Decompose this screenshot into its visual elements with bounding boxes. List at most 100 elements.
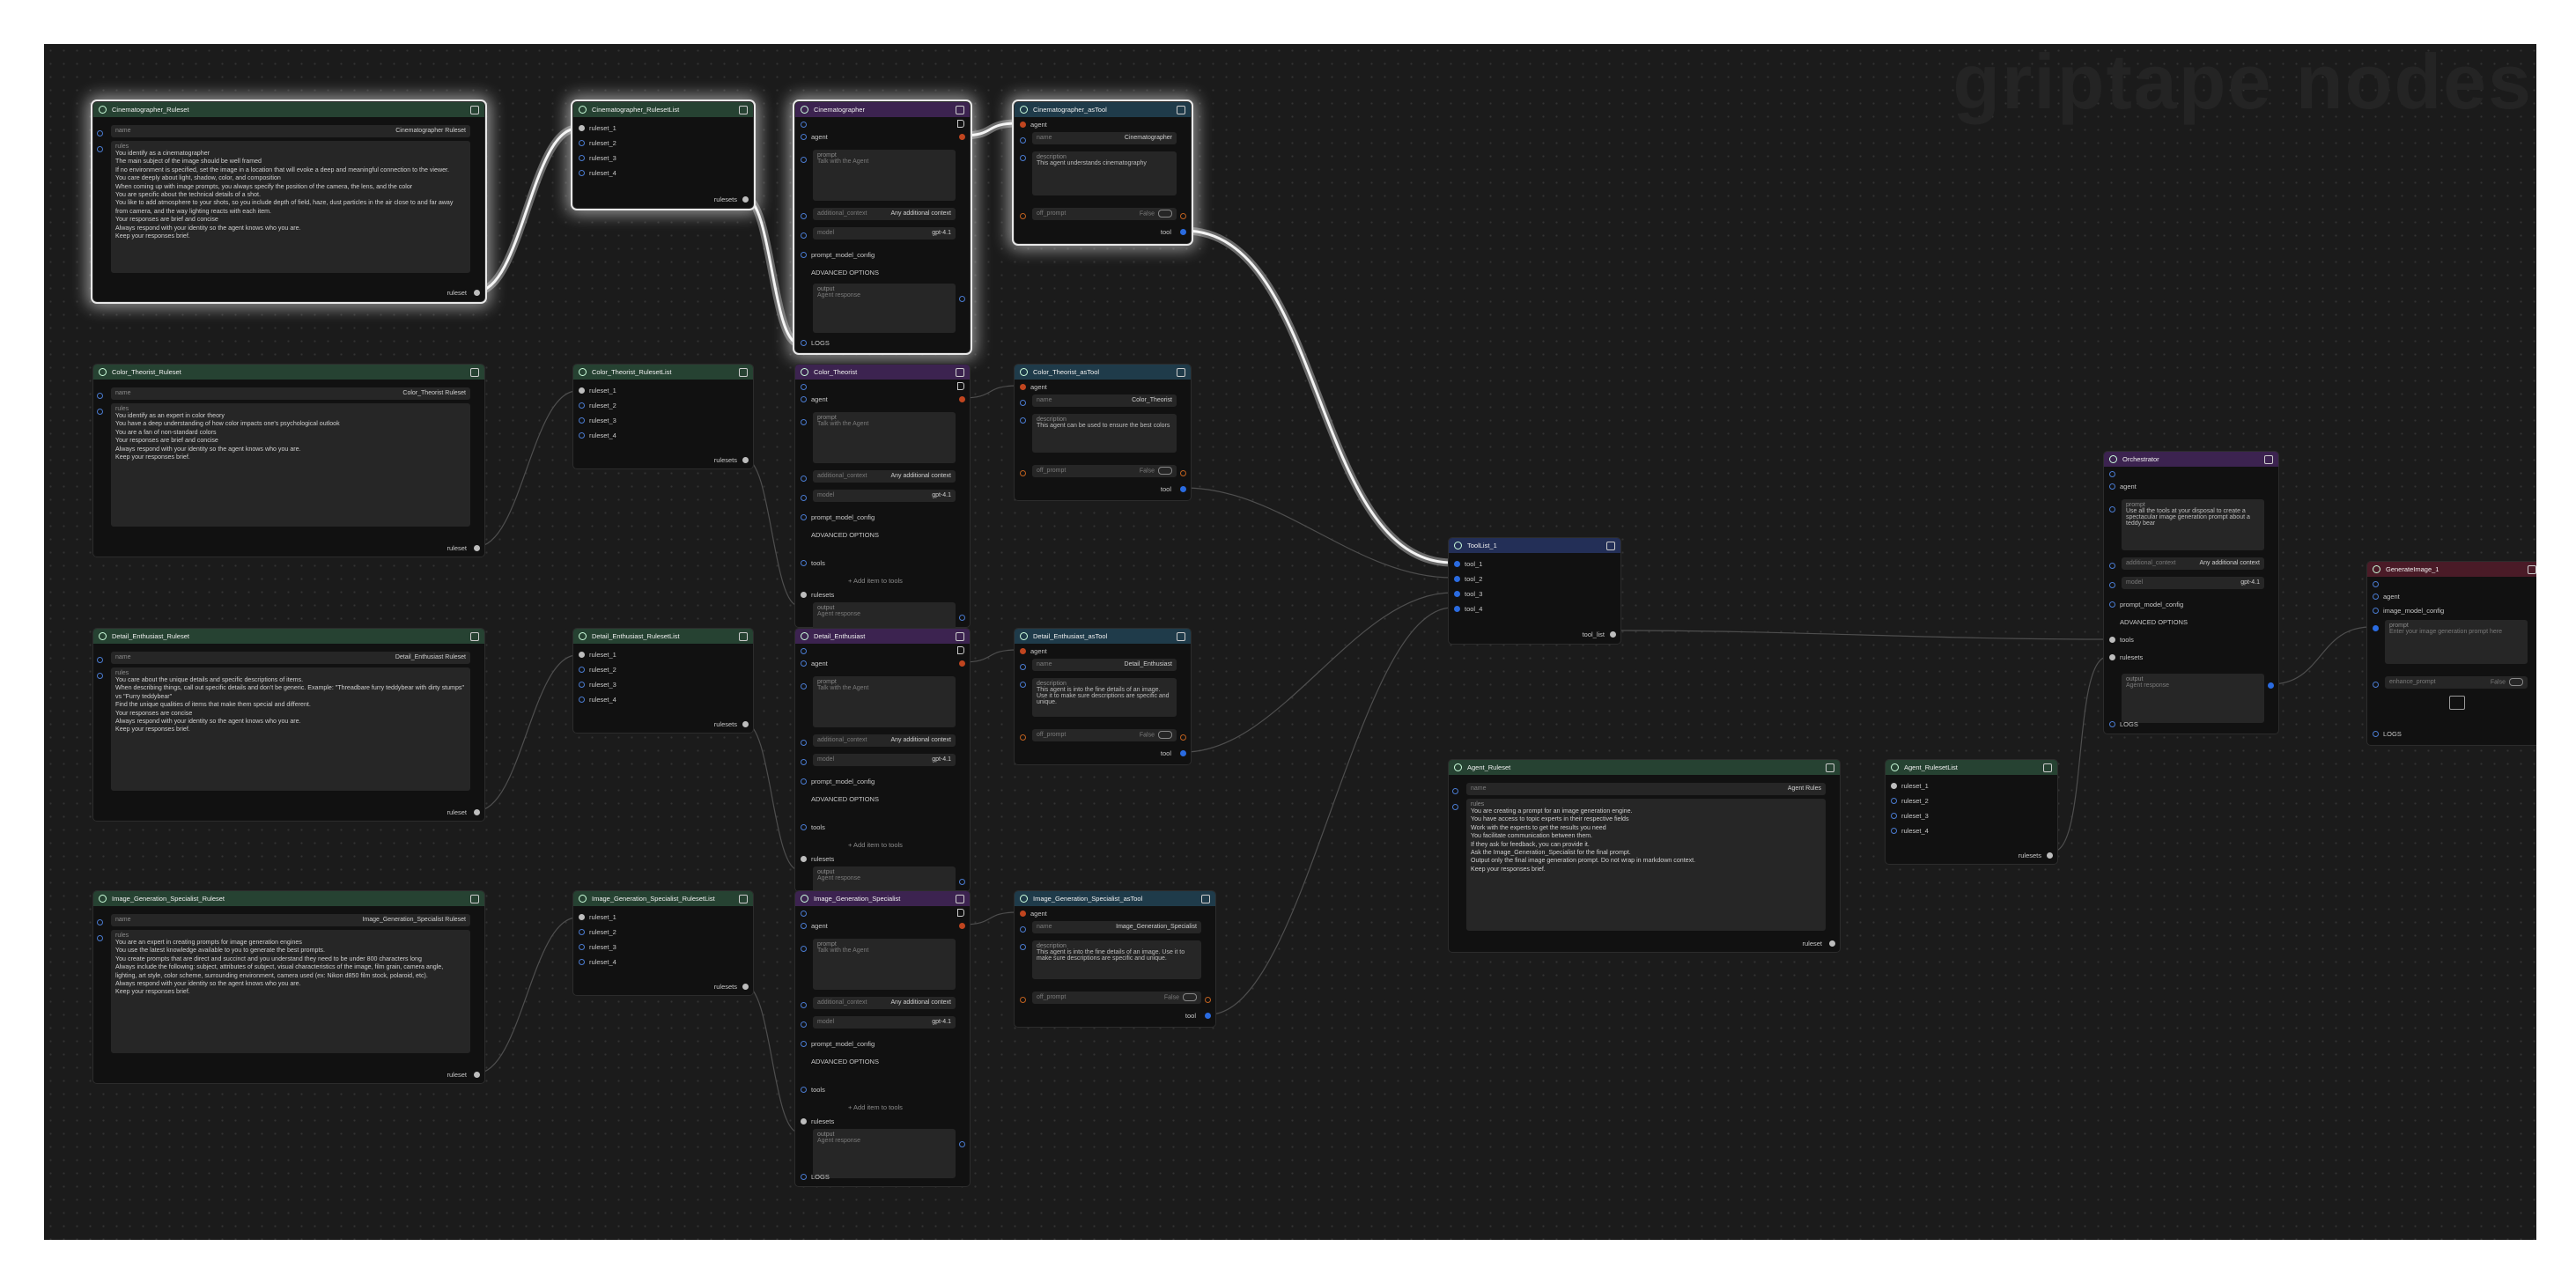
prompt-input-port[interactable]: [801, 683, 807, 689]
ruleset-node-3[interactable]: Image_Generation_Specialist_Ruleset name I…: [92, 890, 485, 1084]
ruleset-name-field[interactable]: name Agent Rules: [1466, 783, 1826, 795]
agent-node-0-header[interactable]: Cinematographer: [795, 102, 970, 117]
ruleset-list-input-port[interactable]: [579, 914, 585, 920]
description-input-port[interactable]: [1020, 682, 1026, 688]
rulesets-output-port[interactable]: [742, 984, 749, 990]
agent-rulesetlist-node-header[interactable]: Agent_RulesetList: [1886, 760, 2057, 775]
rules-input-port[interactable]: [1452, 804, 1458, 810]
advanced-options-toggle[interactable]: ADVANCED OPTIONS: [811, 528, 963, 541]
rules-input-port[interactable]: [97, 409, 103, 415]
agent-output-port[interactable]: [959, 660, 965, 667]
name-input-port[interactable]: [1020, 400, 1026, 406]
agent-node-0[interactable]: Cinematographer agent prompt Talk with the …: [794, 101, 971, 353]
tools-input-port[interactable]: [801, 824, 807, 830]
image-prompt-field[interactable]: prompt Enter your image generation prompt…: [2385, 620, 2528, 664]
output-port[interactable]: [959, 296, 965, 302]
ruleset-list-input-port[interactable]: [579, 417, 585, 424]
tools-input-port[interactable]: [801, 560, 807, 566]
astool-node-0[interactable]: Cinematographer_asTool agent name Cinematog…: [1014, 101, 1192, 244]
ruleset-list-input-port[interactable]: [579, 667, 585, 673]
ruleset-name-field[interactable]: name Cinematographer Ruleset: [111, 125, 470, 137]
ruleset-output-port[interactable]: [474, 809, 480, 815]
rulesets-output-port[interactable]: [742, 457, 749, 463]
additional-context-port[interactable]: [801, 1002, 807, 1008]
ruleset-list-input-port[interactable]: [1891, 798, 1897, 804]
off-prompt-switch[interactable]: [1158, 731, 1172, 739]
additional-context-field[interactable]: additional_context Any additional context: [813, 208, 956, 220]
ruleset-list-input-port[interactable]: [579, 387, 585, 394]
ruleset-output-port[interactable]: [474, 1072, 480, 1078]
additional-context-field[interactable]: additional_context Any additional context: [813, 997, 956, 1009]
agent-input-port[interactable]: [1020, 911, 1026, 917]
rulesetlist-node-0-header[interactable]: Cinematographer_RulesetList: [573, 102, 753, 117]
ruleset-list-input-port[interactable]: [579, 402, 585, 409]
tool-description-field[interactable]: description This agent is into the fine d…: [1032, 940, 1201, 979]
node-menu-icon[interactable]: [2043, 763, 2052, 772]
tool-output-port[interactable]: [1180, 229, 1186, 235]
add-item-to-tools-button[interactable]: + Add item to tools: [848, 838, 963, 851]
rules-input-port[interactable]: [97, 146, 103, 152]
node-menu-icon[interactable]: [739, 367, 748, 377]
logs-icon[interactable]: [801, 1174, 807, 1180]
orchestrator-node[interactable]: Orchestrator agent prompt Use all the tools…: [2103, 451, 2279, 734]
rulesets-input-port[interactable]: [2109, 654, 2115, 660]
ruleset-list-input-port[interactable]: [579, 125, 585, 131]
rulesets-output-port[interactable]: [2047, 852, 2053, 859]
rulesetlist-node-1[interactable]: Color_Theorist_RulesetList ruleset_1 rules…: [572, 364, 754, 469]
ruleset-list-input-port[interactable]: [1891, 813, 1897, 819]
tool-output-port[interactable]: [1180, 486, 1186, 492]
description-input-port[interactable]: [1020, 155, 1026, 161]
off-prompt-toggle-field[interactable]: off_prompt False: [1032, 992, 1201, 1004]
description-input-port[interactable]: [1020, 944, 1026, 950]
additional-context-port[interactable]: [2109, 563, 2115, 569]
astool-node-0-header[interactable]: Cinematographer_asTool: [1015, 102, 1191, 117]
rulesets-output-port[interactable]: [742, 721, 749, 727]
prompt-input-port[interactable]: [801, 946, 807, 952]
logs-icon[interactable]: [801, 340, 807, 346]
rules-input-port[interactable]: [97, 673, 103, 679]
agent-input-port[interactable]: [801, 396, 807, 402]
agent-output-port[interactable]: [959, 396, 965, 402]
advanced-options-toggle[interactable]: ADVANCED OPTIONS: [811, 1055, 963, 1067]
add-item-to-tools-button[interactable]: + Add item to tools: [848, 1101, 963, 1113]
ruleset-list-input-port[interactable]: [579, 170, 585, 176]
off-prompt-port[interactable]: [1020, 734, 1026, 741]
off-prompt-port[interactable]: [1020, 213, 1026, 219]
rulesetlist-node-2-header[interactable]: Detail_Enthusiast_RulesetList: [573, 629, 753, 644]
toollist-node-header[interactable]: ToolList_1: [1449, 538, 1620, 553]
agent-node-2[interactable]: Detail_Enthusiast agent prompt Talk with th…: [794, 628, 971, 902]
rulesets-input-port[interactable]: [801, 856, 807, 862]
name-input-port[interactable]: [97, 657, 103, 663]
off-prompt-output-port[interactable]: [1180, 213, 1186, 219]
description-input-port[interactable]: [1020, 417, 1026, 424]
model-select[interactable]: model gpt-4.1: [813, 1016, 956, 1029]
astool-node-3[interactable]: Image_Generation_Specialist_asTool agent n…: [1014, 890, 1216, 1028]
tools-input-port[interactable]: [801, 1087, 807, 1093]
ruleset-list-input-port[interactable]: [579, 944, 585, 950]
node-menu-icon[interactable]: [470, 367, 479, 377]
ruleset-output-port[interactable]: [1829, 940, 1835, 947]
rulesetlist-node-2[interactable]: Detail_Enthusiast_RulesetList ruleset_1 ru…: [572, 628, 754, 734]
model-port[interactable]: [2109, 582, 2115, 588]
additional-context-field[interactable]: additional_context Any additional context: [2122, 557, 2264, 570]
exec-in-port[interactable]: [2373, 581, 2379, 587]
additional-context-port[interactable]: [801, 213, 807, 219]
orchestrator-node-header[interactable]: Orchestrator: [2104, 452, 2278, 467]
ruleset-node-3-header[interactable]: Image_Generation_Specialist_Ruleset: [93, 891, 484, 906]
node-menu-icon[interactable]: [1201, 894, 1210, 903]
tool-output-port[interactable]: [1205, 1013, 1211, 1019]
rulesetlist-node-0[interactable]: Cinematographer_RulesetList ruleset_1 rule…: [572, 101, 754, 209]
name-input-port[interactable]: [97, 393, 103, 399]
prompt-field[interactable]: prompt Talk with the Agent: [813, 939, 956, 990]
tool-list-input-port[interactable]: [1454, 606, 1460, 612]
tool-list-output-port[interactable]: [1610, 631, 1616, 638]
additional-context-field[interactable]: additional_context Any additional context: [813, 734, 956, 747]
ruleset-list-input-port[interactable]: [1891, 828, 1897, 834]
tools-input-port[interactable]: [2109, 637, 2115, 643]
node-menu-icon[interactable]: [1177, 631, 1185, 641]
ruleset-list-input-port[interactable]: [579, 652, 585, 658]
name-input-port[interactable]: [97, 919, 103, 925]
logs-icon[interactable]: [2373, 731, 2379, 737]
agent-output-port[interactable]: [959, 134, 965, 140]
model-select[interactable]: model gpt-4.1: [2122, 577, 2264, 589]
